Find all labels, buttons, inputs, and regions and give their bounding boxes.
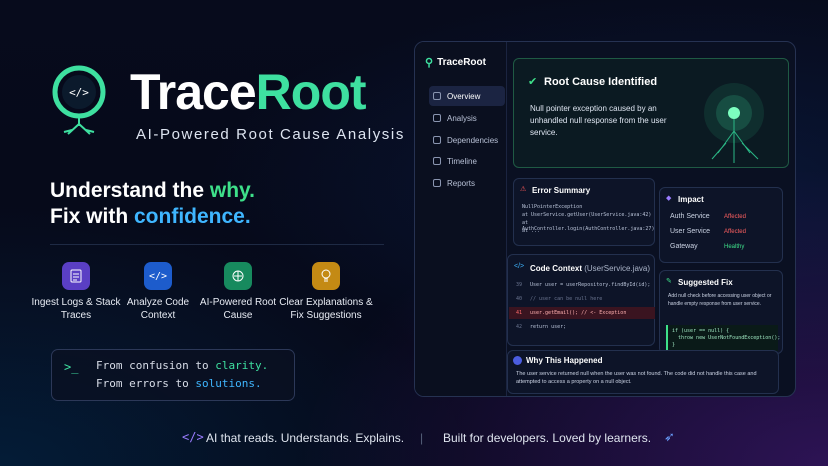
wrench-icon: ✎ (666, 278, 672, 285)
home-icon (433, 92, 441, 100)
footer-left: AI that reads. Understands. Explains. (206, 431, 405, 445)
feature-explain: Clear Explanations & Fix Suggestions (272, 262, 380, 322)
code-context-card: </> Code Context (UserService.java) 39 U… (507, 254, 655, 346)
terminal-box: >_ From confusion to clarity. From error… (51, 349, 295, 401)
nav-timeline[interactable]: Timeline (429, 151, 505, 171)
why-card: Why This Happened The user service retur… (507, 350, 779, 394)
impact-card: ◆ Impact Auth Service Affected User Serv… (659, 187, 783, 263)
footer-divider: | (420, 431, 424, 445)
root-icon: ⚲ (425, 57, 434, 69)
footer-right: Built for developers. Loved by learners. (443, 431, 652, 445)
nav-overview[interactable]: Overview (429, 86, 505, 106)
error-summary-card: ⚠ Error Summary NullPointerException at … (513, 178, 655, 246)
code-icon: </> (514, 263, 525, 270)
code-icon: </> (182, 430, 204, 444)
nav-dependencies[interactable]: Dependencies (429, 130, 505, 150)
sidebar: ⚲ TraceRoot Overview Analysis Dependencie… (415, 42, 507, 396)
magnifier-root-logo-icon: </> (52, 65, 106, 135)
app-logo: ⚲ TraceRoot (425, 57, 486, 69)
alert-icon: ⚠ (520, 186, 527, 193)
divider (50, 244, 384, 245)
dependencies-icon (433, 136, 441, 144)
document-icon (62, 262, 90, 290)
reports-icon (433, 179, 441, 187)
tagline: AI-Powered Root Cause Analysis (136, 126, 405, 143)
terminal-line-2: From errors to solutions. (96, 377, 262, 390)
feature-analyze: </> Analyze Code Context (112, 262, 204, 322)
terminal-prompt-icon: >_ (64, 360, 79, 374)
root-cause-title: Root Cause Identified (544, 76, 658, 88)
brain-icon (224, 262, 252, 290)
terminal-line-1: From confusion to clarity. (96, 359, 269, 372)
code-context-title: Code Context (UserService.java) (530, 264, 651, 273)
suggested-fix-card: ✎ Suggested Fix Add null check before ac… (659, 270, 783, 354)
rocket-icon: ➶ (664, 429, 675, 444)
root-cause-body: Null pointer exception caused by an unha… (530, 104, 667, 137)
lightbulb-icon (312, 262, 340, 290)
feature-ai: AI-Powered Root Cause (192, 262, 284, 322)
code-icon: </> (144, 262, 172, 290)
svg-text:</>: </> (69, 86, 89, 99)
impact-icon: ◆ (666, 195, 672, 202)
check-circle-icon: ✔ (528, 76, 538, 88)
app-window: ⚲ TraceRoot Overview Analysis Dependencie… (414, 41, 796, 397)
timeline-icon (433, 157, 441, 165)
brand-name: TraceRoot (130, 64, 367, 120)
nav-analysis[interactable]: Analysis (429, 108, 505, 128)
headline: Understand the why. Fix with confidence. (50, 179, 255, 228)
glowing-tree-icon (704, 83, 764, 163)
feature-ingest: Ingest Logs & Stack Traces (30, 262, 122, 322)
root-cause-card: ✔ Root Cause Identified Null pointer exc… (513, 58, 789, 168)
info-icon (513, 356, 522, 365)
nav-reports[interactable]: Reports (429, 173, 505, 193)
analysis-icon (433, 114, 441, 122)
